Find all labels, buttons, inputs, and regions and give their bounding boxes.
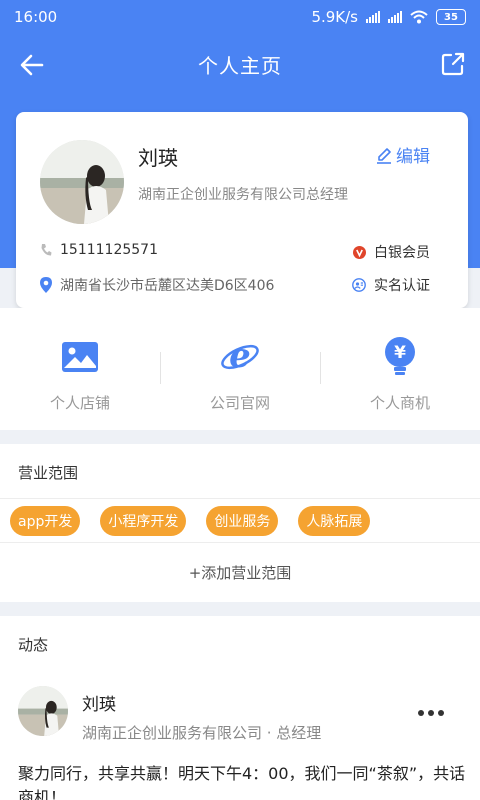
shortcut-bar: 个人店铺 e 公司官网 ¥ 个人商机 [0, 308, 480, 430]
shortcut-label: 个人店铺 [49, 394, 110, 412]
page-title: 个人主页 [198, 53, 282, 78]
divider [0, 542, 480, 543]
image-icon [59, 336, 101, 378]
phone-number: 15111125571 [60, 242, 158, 258]
status-bar: 16:00 5.9K/s 35 [0, 0, 480, 34]
network-speed: 5.9K/s [311, 8, 358, 26]
verification-badge: 实名认证 [352, 275, 430, 295]
business-scope-section: 营业范围 app开发 小程序开发 创业服务 人脉拓展 +添加营业范围 [0, 444, 480, 602]
shortcut-company-site[interactable]: e 公司官网 [160, 308, 320, 430]
scope-tags: app开发 小程序开发 创业服务 人脉拓展 [10, 506, 371, 536]
edit-label: 编辑 [396, 147, 430, 167]
profile-page: 16:00 5.9K/s 35 个人主页 刘瑛 编辑 湖南正企创业服务有限公司总… [0, 0, 480, 800]
status-indicators: 5.9K/s 35 [311, 8, 466, 26]
more-options-icon[interactable] [418, 710, 444, 716]
phone-icon [41, 244, 52, 256]
company-position: 湖南正企创业服务有限公司总经理 [138, 187, 348, 203]
divider [0, 498, 480, 499]
shortcut-personal-store[interactable]: 个人店铺 [0, 308, 160, 430]
member-level: 白银会员 [374, 245, 430, 261]
nav-bar: 个人主页 [0, 34, 480, 94]
verification-text: 实名认证 [374, 278, 430, 294]
svg-text:¥: ¥ [394, 343, 406, 363]
scope-tag[interactable]: 人脉拓展 [298, 506, 371, 536]
shortcut-business-opportunity[interactable]: ¥ 个人商机 [320, 308, 480, 430]
shortcut-label: 个人商机 [369, 394, 430, 412]
section-title: 动态 [18, 636, 49, 654]
verified-id-icon [352, 278, 366, 292]
post-meta: 湖南正企创业服务有限公司 · 总经理 [82, 724, 322, 742]
pencil-icon [377, 147, 391, 164]
vip-v-icon [353, 245, 366, 259]
avatar[interactable] [40, 140, 124, 224]
scope-tag[interactable]: 小程序开发 [100, 506, 187, 536]
profile-card: 刘瑛 编辑 湖南正企创业服务有限公司总经理 15111125571 湖南省长沙市… [16, 112, 468, 308]
section-title: 营业范围 [18, 464, 79, 482]
post-author: 刘瑛 [82, 695, 116, 715]
scope-tag[interactable]: 创业服务 [206, 506, 279, 536]
post-avatar[interactable] [18, 686, 68, 736]
status-time: 16:00 [14, 8, 58, 26]
address-text: 湖南省长沙市岳麓区达美D6区406 [60, 278, 275, 294]
profile-name: 刘瑛 [138, 146, 178, 170]
dynamics-section: 动态 刘瑛 湖南正企创业服务有限公司 · 总经理 聚力同行，共享共赢！明天下午4… [0, 616, 480, 800]
post-text: 聚力同行，共享共赢！明天下午4：00，我们一同“茶叙”，共话商机！ [18, 764, 466, 800]
share-icon[interactable] [440, 51, 466, 77]
address-row[interactable]: 湖南省长沙市岳麓区达美D6区406 [40, 275, 274, 295]
battery-icon: 35 [436, 9, 466, 25]
yuan-bulb-icon: ¥ [379, 336, 421, 378]
scope-tag[interactable]: app开发 [10, 506, 81, 536]
wifi-icon [410, 10, 428, 24]
member-badge: 白银会员 [353, 242, 430, 262]
svg-text:e: e [229, 337, 251, 376]
shortcut-label: 公司官网 [209, 394, 270, 412]
add-scope-button[interactable]: +添加营业范围 [0, 562, 480, 583]
signal-icon-2 [388, 11, 402, 23]
edit-button[interactable]: 编辑 [376, 142, 430, 167]
location-pin-icon [40, 277, 52, 293]
signal-icon [366, 11, 380, 23]
back-arrow-icon[interactable] [18, 51, 46, 79]
ie-browser-icon: e [219, 336, 261, 378]
phone-row[interactable]: 15111125571 [40, 242, 158, 258]
